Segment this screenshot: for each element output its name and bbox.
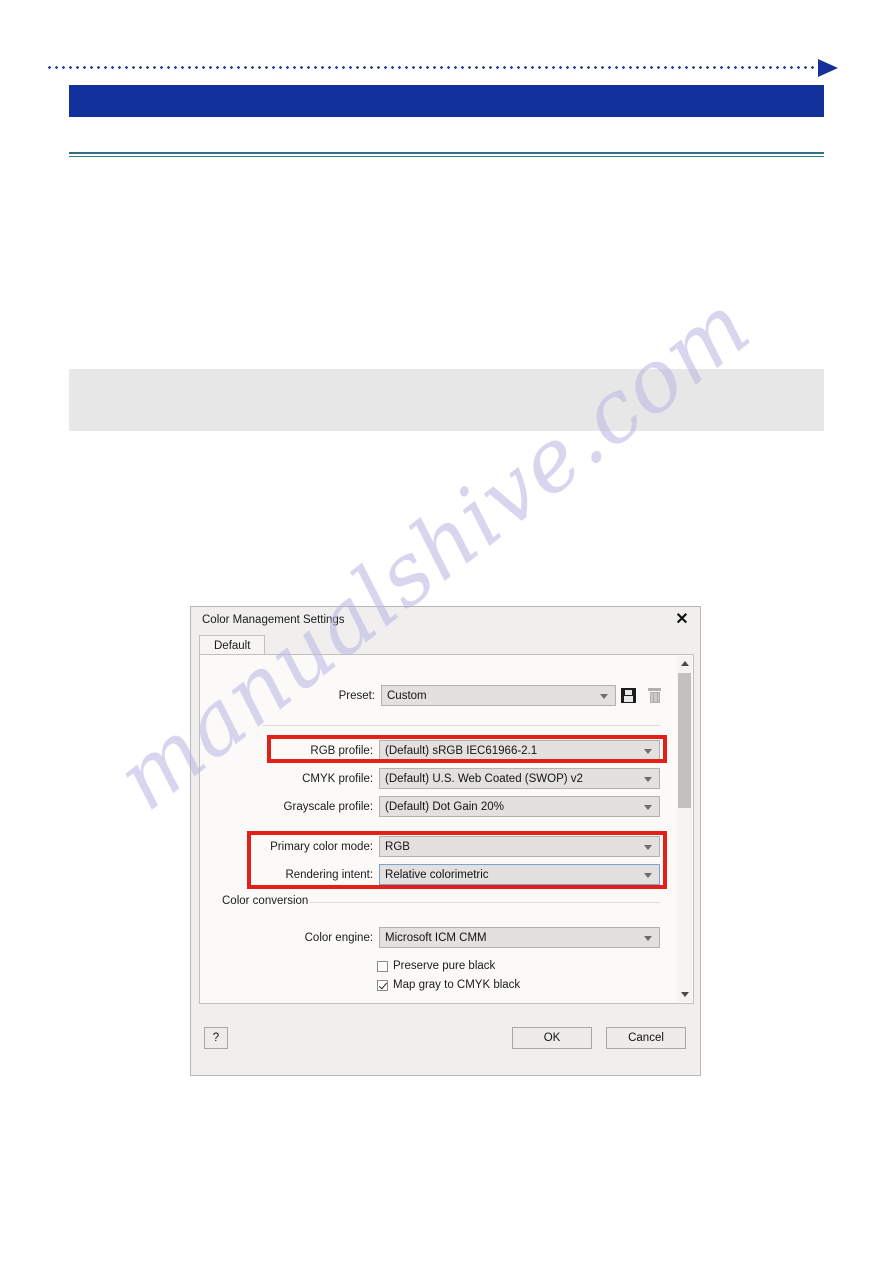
panel-scrollbar[interactable] xyxy=(677,656,692,1002)
rgb-profile-value: (Default) sRGB IEC61966-2.1 xyxy=(385,744,538,757)
preserve-pure-black-label: Preserve pure black xyxy=(393,960,496,972)
scrollbar-thumb[interactable] xyxy=(678,673,691,808)
close-icon[interactable]: ✕ xyxy=(673,611,691,629)
rendering-intent-combo[interactable]: Relative colorimetric xyxy=(379,864,660,885)
preset-label: Preset: xyxy=(338,689,375,702)
cmyk-profile-value: (Default) U.S. Web Coated (SWOP) v2 xyxy=(385,772,583,785)
chevron-down-icon xyxy=(644,844,652,850)
rendering-intent-row: Rendering intent: Relative colorimetric xyxy=(240,864,660,885)
cmyk-profile-combo[interactable]: (Default) U.S. Web Coated (SWOP) v2 xyxy=(379,768,660,789)
rgb-profile-label: RGB profile: xyxy=(310,744,374,757)
chevron-down-icon xyxy=(680,992,689,997)
preserve-pure-black-checkbox[interactable] xyxy=(377,960,388,972)
rendering-intent-label: Rendering intent: xyxy=(285,868,374,881)
color-conversion-separator xyxy=(310,902,660,903)
tabstrip: Default xyxy=(199,635,694,655)
cancel-button[interactable]: Cancel xyxy=(606,1027,686,1049)
cmyk-profile-row: CMYK profile: (Default) U.S. Web Coated … xyxy=(240,768,660,789)
chevron-down-icon xyxy=(644,935,652,941)
primary-color-mode-row: Primary color mode: RGB xyxy=(240,836,660,857)
color-management-settings-dialog: Color Management Settings ✕ Default Pres… xyxy=(190,606,701,1076)
grayscale-profile-row: Grayscale profile: (Default) Dot Gain 20… xyxy=(240,796,660,817)
grayscale-profile-label: Grayscale profile: xyxy=(283,800,374,813)
dialog-footer: ? OK Cancel xyxy=(191,1013,700,1075)
color-conversion-section-label: Color conversion xyxy=(222,895,315,907)
primary-color-mode-label: Primary color mode: xyxy=(270,840,374,853)
rgb-profile-row: RGB profile: (Default) sRGB IEC61966-2.1 xyxy=(240,740,660,761)
scroll-up-button[interactable] xyxy=(677,656,692,671)
chevron-down-icon xyxy=(600,693,608,699)
primary-color-mode-value: RGB xyxy=(385,840,410,853)
preset-row: Preset: Custom xyxy=(240,685,660,706)
rgb-profile-combo[interactable]: (Default) sRGB IEC61966-2.1 xyxy=(379,740,660,761)
chevron-down-icon xyxy=(644,748,652,754)
primary-color-mode-combo[interactable]: RGB xyxy=(379,836,660,857)
page-rule-top xyxy=(69,152,824,154)
color-engine-value: Microsoft ICM CMM xyxy=(385,931,487,944)
scroll-down-button[interactable] xyxy=(677,987,692,1002)
color-engine-combo[interactable]: Microsoft ICM CMM xyxy=(379,927,660,948)
ok-button[interactable]: OK xyxy=(512,1027,592,1049)
content-placeholder-box xyxy=(69,369,824,431)
map-gray-to-cmyk-black-label: Map gray to CMYK black xyxy=(393,979,521,991)
page-dotted-divider xyxy=(46,66,818,69)
color-engine-label: Color engine: xyxy=(304,931,374,944)
dialog-title: Color Management Settings xyxy=(202,614,345,626)
color-engine-row: Color engine: Microsoft ICM CMM xyxy=(240,927,660,948)
map-gray-to-cmyk-black-checkbox[interactable] xyxy=(377,979,388,991)
grayscale-profile-combo[interactable]: (Default) Dot Gain 20% xyxy=(379,796,660,817)
preset-separator xyxy=(262,725,660,726)
trash-icon[interactable] xyxy=(648,688,661,703)
cmyk-profile-label: CMYK profile: xyxy=(302,772,374,785)
chevron-down-icon xyxy=(644,776,652,782)
rendering-intent-value: Relative colorimetric xyxy=(385,868,489,881)
preserve-pure-black-checkbox-row[interactable]: Preserve pure black xyxy=(377,960,495,972)
page-title-banner xyxy=(69,85,824,117)
chevron-up-icon xyxy=(680,661,689,666)
arrow-right-icon xyxy=(818,59,838,77)
dialog-titlebar: Color Management Settings ✕ xyxy=(191,607,700,635)
tab-default[interactable]: Default xyxy=(199,635,266,655)
help-button[interactable]: ? xyxy=(204,1027,228,1049)
page-rule-bottom xyxy=(69,156,824,157)
chevron-down-icon xyxy=(644,872,652,878)
preset-value: Custom xyxy=(387,689,427,702)
save-icon[interactable] xyxy=(621,688,636,703)
grayscale-profile-value: (Default) Dot Gain 20% xyxy=(385,800,504,813)
map-gray-to-cmyk-black-checkbox-row[interactable]: Map gray to CMYK black xyxy=(377,979,520,991)
chevron-down-icon xyxy=(644,804,652,810)
settings-panel: Preset: Custom RGB profile: (Default) sR… xyxy=(199,654,694,1004)
trash-can xyxy=(649,691,660,703)
preset-combo[interactable]: Custom xyxy=(381,685,616,706)
